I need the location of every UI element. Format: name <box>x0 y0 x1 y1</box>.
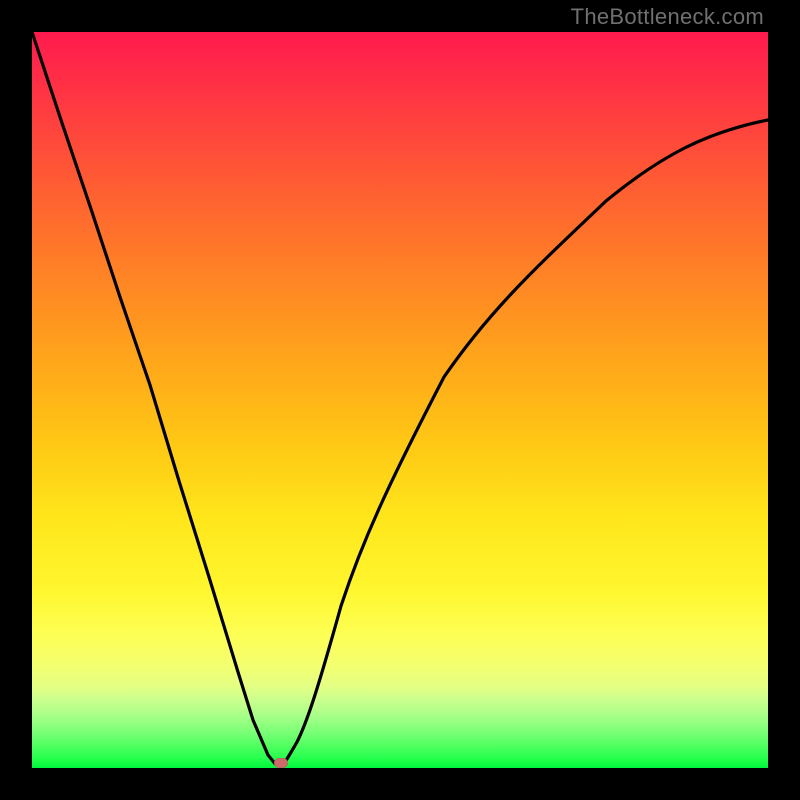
curve-svg <box>32 32 768 768</box>
bottleneck-curve <box>32 32 768 767</box>
chart-frame: TheBottleneck.com <box>0 0 800 800</box>
optimum-marker <box>274 758 288 768</box>
watermark-text: TheBottleneck.com <box>571 4 764 30</box>
plot-area <box>32 32 768 768</box>
